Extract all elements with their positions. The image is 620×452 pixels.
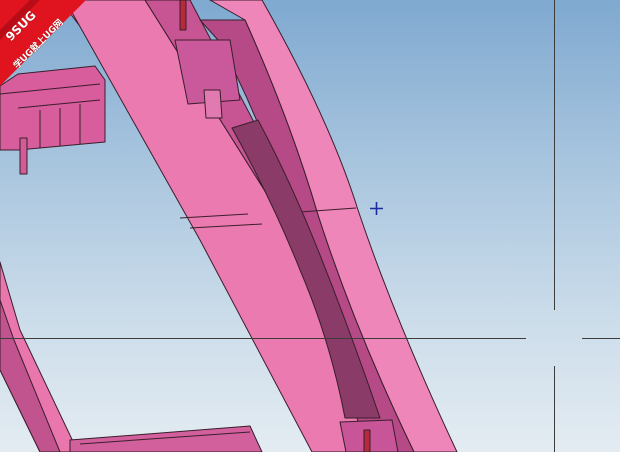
model-cross-member bbox=[69, 425, 263, 452]
guide-line-horizontal-left bbox=[0, 338, 526, 339]
guide-line-vertical-top bbox=[554, 0, 555, 310]
watermark-logo: 9SUG 学UG就上UG网 bbox=[0, 0, 86, 86]
guide-line-horizontal-right bbox=[582, 338, 620, 339]
crosshair-cursor-icon bbox=[370, 202, 383, 215]
guide-line-vertical-bottom bbox=[554, 366, 555, 452]
cad-graphics-viewport[interactable]: 9SUG 学UG就上UG网 bbox=[0, 0, 620, 452]
model-pin bbox=[19, 137, 28, 175]
pink-frame-model[interactable] bbox=[0, 0, 620, 452]
